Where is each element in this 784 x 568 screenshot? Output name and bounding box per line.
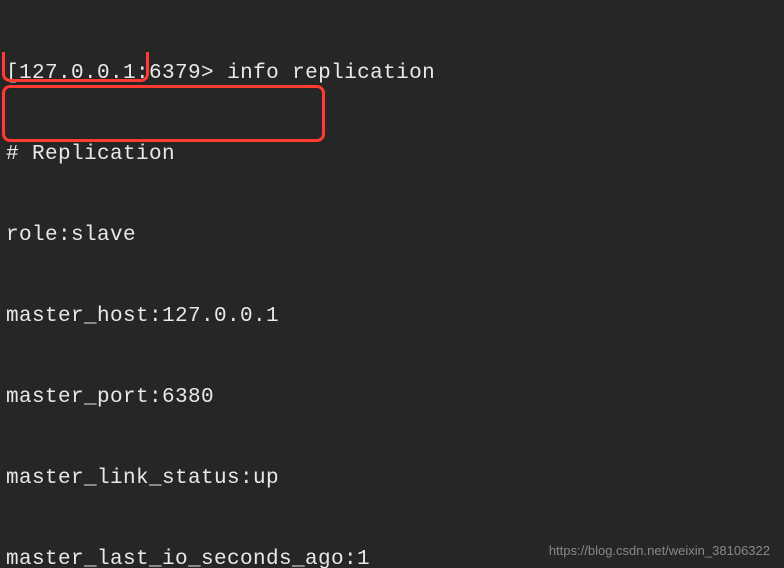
watermark: https://blog.csdn.net/weixin_38106322 [549, 543, 770, 558]
open-bracket: [ [6, 62, 19, 85]
prompt-host: 127.0.0.1:6379 [19, 62, 201, 85]
master-port-line: master_port:6380 [6, 384, 778, 411]
section-header: # Replication [6, 141, 778, 168]
master-host-line: master_host:127.0.0.1 [6, 303, 778, 330]
highlight-box-master [2, 85, 325, 142]
master-link-status-line: master_link_status:up [6, 465, 778, 492]
role-line: role:slave [6, 222, 778, 249]
command-text: info replication [227, 62, 435, 85]
terminal-output: [127.0.0.1:6379> info replication # Repl… [0, 0, 784, 568]
prompt-line[interactable]: [127.0.0.1:6379> info replication [6, 60, 778, 87]
prompt-arrow: > [201, 62, 227, 85]
